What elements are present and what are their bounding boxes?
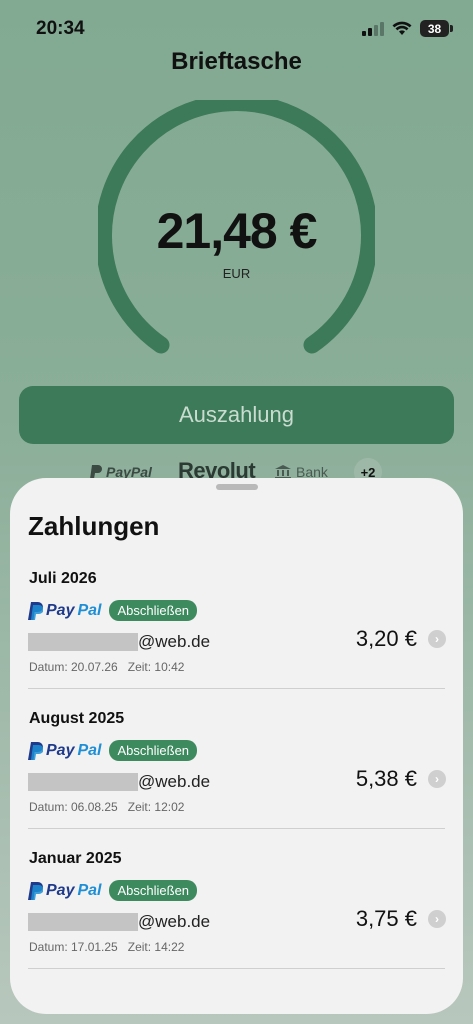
paypal-icon bbox=[28, 741, 43, 760]
paypal-icon bbox=[28, 601, 43, 620]
payment-amount: 3,20 € bbox=[355, 626, 417, 651]
paypal-icon bbox=[28, 881, 43, 900]
payment-time: Zeit: 10:42 bbox=[127, 660, 185, 674]
status-time: 20:34 bbox=[36, 18, 85, 39]
payment-date: Datum: 20.07.26 bbox=[29, 660, 118, 674]
wifi-icon bbox=[392, 21, 412, 35]
bank-icon bbox=[275, 465, 291, 479]
paypal-logo: Pay Pal bbox=[28, 881, 102, 900]
balance-amount: 21,48 € bbox=[156, 203, 318, 259]
payment-email: @web.de bbox=[28, 772, 210, 792]
month-label: August 2025 bbox=[29, 710, 125, 727]
email-domain: @web.de bbox=[138, 772, 211, 791]
payments-title: Zahlungen bbox=[28, 511, 160, 541]
status-icons: 38 bbox=[362, 20, 453, 37]
payment-meta: Datum: 17.01.25 Zeit: 14:22 bbox=[29, 940, 184, 954]
payout-button[interactable]: Auszahlung bbox=[19, 386, 454, 444]
redacted-email bbox=[28, 913, 138, 931]
payment-amount: 5,38 € bbox=[355, 766, 417, 791]
battery-icon: 38 bbox=[420, 20, 453, 37]
complete-badge[interactable]: Abschließen bbox=[109, 600, 198, 621]
paypal-logo: Pay Pal bbox=[28, 601, 102, 620]
complete-badge[interactable]: Abschließen bbox=[109, 740, 198, 761]
paypal-pal-text: Pal bbox=[77, 881, 102, 899]
payment-date: Datum: 06.08.25 bbox=[29, 800, 118, 814]
redacted-email bbox=[28, 633, 138, 651]
paypal-pal-text: Pal bbox=[77, 601, 102, 619]
payment-group: Juli 2026 Pay Pal Abschließen @web.de 3,2… bbox=[10, 570, 463, 705]
signal-icon bbox=[362, 21, 384, 36]
payment-meta: Datum: 06.08.25 Zeit: 12:02 bbox=[29, 800, 184, 814]
payment-group: Januar 2025 Pay Pal Abschließen @web.de 3… bbox=[10, 850, 463, 985]
paypal-pay-text: Pay bbox=[46, 741, 75, 759]
balance-currency: EUR bbox=[222, 266, 251, 281]
payment-email: @web.de bbox=[28, 632, 210, 652]
page-title: Brieftasche bbox=[171, 48, 302, 75]
payment-meta: Datum: 20.07.26 Zeit: 10:42 bbox=[29, 660, 184, 674]
chevron-right-icon[interactable]: › bbox=[428, 910, 446, 928]
payment-time: Zeit: 12:02 bbox=[127, 800, 185, 814]
paypal-pay-text: Pay bbox=[46, 881, 75, 899]
paypal-logo: Pay Pal bbox=[28, 741, 102, 760]
payment-amount: 3,75 € bbox=[355, 906, 417, 931]
month-label: Juli 2026 bbox=[29, 570, 97, 587]
payment-email: @web.de bbox=[28, 912, 210, 932]
paypal-icon bbox=[90, 465, 102, 479]
paypal-pal-text: Pal bbox=[77, 741, 102, 759]
chevron-right-icon[interactable]: › bbox=[428, 770, 446, 788]
divider bbox=[28, 968, 445, 969]
payment-date: Datum: 17.01.25 bbox=[29, 940, 118, 954]
paypal-pay-text: Pay bbox=[46, 601, 75, 619]
email-domain: @web.de bbox=[138, 632, 211, 651]
payment-group: August 2025 Pay Pal Abschließen @web.de 5… bbox=[10, 710, 463, 845]
divider bbox=[28, 828, 445, 829]
complete-badge[interactable]: Abschließen bbox=[109, 880, 198, 901]
divider bbox=[28, 688, 445, 689]
month-label: Januar 2025 bbox=[29, 850, 122, 867]
chevron-right-icon[interactable]: › bbox=[428, 630, 446, 648]
email-domain: @web.de bbox=[138, 912, 211, 931]
payment-time: Zeit: 14:22 bbox=[127, 940, 185, 954]
payments-sheet: Zahlungen Juli 2026 Pay Pal Abschließen @… bbox=[10, 478, 463, 1014]
sheet-grabber[interactable] bbox=[216, 484, 258, 490]
redacted-email bbox=[28, 773, 138, 791]
